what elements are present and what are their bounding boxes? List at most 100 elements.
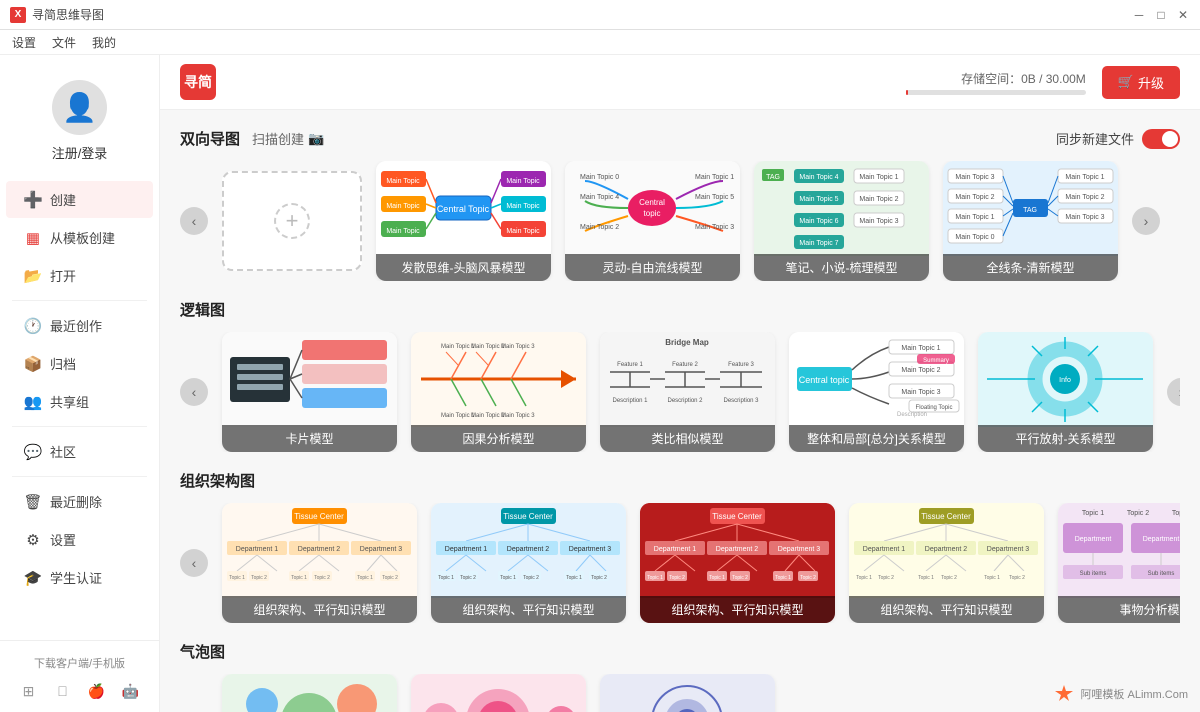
sidebar-item-trash[interactable]: 🗑 最近删除 — [6, 483, 153, 520]
card-scatter-image: Central Topic Main Topic Main Topic Main… — [376, 161, 551, 256]
svg-text:Main Topic 1: Main Topic 1 — [1065, 174, 1104, 181]
card-compare[interactable]: Bridge Map Fea — [600, 332, 775, 452]
card-bubble3-image — [600, 674, 775, 712]
svg-text:Department 2: Department 2 — [925, 546, 968, 553]
svg-text:Tissue Center: Tissue Center — [503, 512, 553, 521]
next-arrow-mindmap[interactable]: › — [1132, 207, 1160, 235]
card-note[interactable]: TAG Main Topic 4 Main Topic 1 Main Topic… — [754, 161, 929, 281]
card-org3[interactable]: Tissue Center Department 1 Department 2 … — [640, 503, 835, 623]
sidebar-item-settings[interactable]: ⚙ 设置 — [6, 521, 153, 558]
sidebar-item-community[interactable]: 💬 社区 — [6, 433, 153, 470]
svg-text:Main Topic 0: Main Topic 0 — [580, 174, 619, 181]
sidebar-item-create[interactable]: ➕ 创建 — [6, 181, 153, 218]
svg-text:Department 1: Department 1 — [236, 546, 279, 553]
prev-arrow-org[interactable]: ‹ — [180, 549, 208, 577]
card-overall[interactable]: Central topic Main Topic 1 Main Topic 2 — [789, 332, 964, 452]
next-arrow-logic[interactable]: › — [1167, 378, 1180, 406]
svg-text:Main Topic 1: Main Topic 1 — [859, 174, 898, 181]
windows-icon[interactable]: ⊞ — [19, 681, 39, 701]
card-bubble3[interactable]: 环形气泡图 — [600, 674, 775, 712]
svg-text:Main Topic 2: Main Topic 2 — [580, 224, 619, 231]
card-flow[interactable]: Central topic Main Topic 0 Main T — [565, 161, 740, 281]
upgrade-button[interactable]: 🛒 升级 — [1102, 66, 1180, 99]
svg-text:Main Topic 2: Main Topic 2 — [955, 194, 994, 201]
section-bubble: 气泡图 ‹ — [180, 641, 1180, 712]
new-card-plus-icon: + — [274, 203, 310, 239]
close-button[interactable]: ✕ — [1176, 8, 1190, 22]
card-org5[interactable]: Topic 1 Topic 2 Topic 3 Department Depar… — [1058, 503, 1180, 623]
svg-text:Department 1: Department 1 — [863, 546, 906, 553]
sidebar-footer: 下载客户端/手机版 ⊞  🍎 🤖 — [0, 640, 159, 712]
create-icon: ➕ — [24, 191, 42, 209]
prev-arrow-logic[interactable]: ‹ — [180, 378, 208, 406]
svg-text:Main Topic 1: Main Topic 1 — [955, 214, 994, 221]
logo-area: 寻简 — [180, 64, 216, 100]
menu-mine[interactable]: 我的 — [92, 34, 116, 51]
card-parallel-image: Info — [978, 332, 1153, 427]
prev-arrow-mindmap[interactable]: ‹ — [180, 207, 208, 235]
card-org4[interactable]: Tissue Center Department 1 Department 2 … — [849, 503, 1044, 623]
card-bubble1-image — [222, 674, 397, 712]
svg-text:Topic 1: Topic 1 — [566, 575, 582, 581]
svg-text:Topic 1: Topic 1 — [229, 575, 245, 581]
svg-text:Description 2: Description 2 — [667, 398, 703, 404]
svg-text:Bridge Map: Bridge Map — [665, 338, 709, 347]
svg-text:Floating Topic: Floating Topic — [916, 405, 953, 411]
cards-row-mindmap: ‹ + Central Topic — [180, 161, 1180, 281]
open-icon: 📂 — [24, 267, 42, 285]
svg-text:Description 3: Description 3 — [723, 398, 759, 404]
svg-text:Main Topic 2: Main Topic 2 — [901, 367, 940, 374]
app-icon: X — [10, 7, 26, 23]
student-icon: 🎓 — [24, 569, 42, 587]
svg-text:Main Topic 6: Main Topic 6 — [799, 218, 838, 225]
card-bubble1[interactable]: 气泡图模型 — [222, 674, 397, 712]
sidebar-item-student[interactable]: 🎓 学生认证 — [6, 559, 153, 596]
svg-text:Topic 1: Topic 1 — [984, 575, 1000, 581]
svg-text:Sub items: Sub items — [1080, 571, 1107, 577]
card-card-map[interactable]: 卡片模型 — [222, 332, 397, 452]
svg-text:Department 1: Department 1 — [654, 546, 697, 553]
svg-text:TAG: TAG — [1023, 207, 1037, 214]
new-card-mindmap[interactable]: + — [222, 171, 362, 271]
sidebar-item-archive[interactable]: 📦 归档 — [6, 345, 153, 382]
sidebar-item-label: 从模板创建 — [50, 228, 115, 247]
sidebar-item-share[interactable]: 👥 共享组 — [6, 383, 153, 420]
avatar[interactable]: 👤 — [52, 80, 107, 135]
menu-settings[interactable]: 设置 — [12, 34, 36, 51]
apple-icon[interactable]:  — [53, 681, 73, 701]
sync-toggle[interactable] — [1142, 129, 1180, 149]
svg-text:Feature 3: Feature 3 — [728, 362, 754, 368]
card-parallel[interactable]: Info 平行 — [978, 332, 1153, 452]
svg-text:Department 3: Department 3 — [778, 546, 821, 553]
cards-row-bubble: ‹ 气泡图模型 — [180, 674, 1180, 712]
svg-text:Department 2: Department 2 — [507, 546, 550, 553]
card-bubble2[interactable]: 双气泡模型 — [411, 674, 586, 712]
maximize-button[interactable]: □ — [1154, 8, 1168, 22]
svg-text:Main Topic 3: Main Topic 3 — [901, 389, 940, 396]
card-label-org3: 组织架构、平行知识模型 — [640, 596, 835, 623]
card-card-map-image — [222, 332, 397, 427]
android-icon[interactable]: 🤖 — [121, 681, 141, 701]
svg-text:Topic 2: Topic 2 — [382, 575, 398, 581]
card-fullline[interactable]: Main Topic 3 Main Topic 2 Main Topic 1 M… — [943, 161, 1118, 281]
watermark-text: 阿哩模板 ALimm.Com — [1080, 686, 1188, 702]
macos-icon[interactable]: 🍎 — [87, 681, 107, 701]
svg-text:Main Topic 5: Main Topic 5 — [799, 196, 838, 203]
sidebar-item-open[interactable]: 📂 打开 — [6, 257, 153, 294]
svg-text:Sub items: Sub items — [1148, 571, 1175, 577]
menu-file[interactable]: 文件 — [52, 34, 76, 51]
svg-text:Main Topic: Main Topic — [506, 178, 540, 185]
sidebar-item-label: 创建 — [50, 190, 76, 209]
card-org2[interactable]: Tissue Center Department 1 Department 2 … — [431, 503, 626, 623]
minimize-button[interactable]: ─ — [1132, 8, 1146, 22]
sidebar-item-recent[interactable]: 🕐 最近创作 — [6, 307, 153, 344]
login-register-button[interactable]: 注册/登录 — [52, 143, 108, 162]
sidebar-item-template[interactable]: ▦ 从模板创建 — [6, 219, 153, 256]
card-scatter[interactable]: Central Topic Main Topic Main Topic Main… — [376, 161, 551, 281]
section-subtitle-mindmap: 扫描创建 📷 — [252, 129, 324, 148]
svg-text:Topic 2: Topic 2 — [878, 575, 894, 581]
card-org1[interactable]: Tissue Center Department 1 Department 2 — [222, 503, 417, 623]
card-label-org1: 组织架构、平行知识模型 — [222, 596, 417, 623]
card-fullline-image: Main Topic 3 Main Topic 2 Main Topic 1 M… — [943, 161, 1118, 256]
card-fishbone[interactable]: Main Topic 1 Main Topic 2 Main Topic 3 M… — [411, 332, 586, 452]
